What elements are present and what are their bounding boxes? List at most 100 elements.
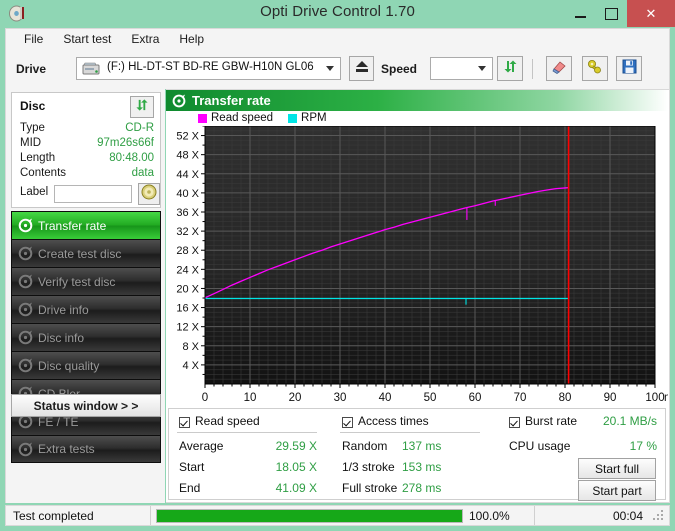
- drive-select-value: (F:) HL-DT-ST BD-RE GBW-H10N GL06: [107, 61, 314, 73]
- speed-label: Speed: [381, 62, 417, 76]
- refresh-icon: [503, 59, 518, 79]
- erase-icon: [551, 59, 568, 79]
- access-times-value-third-stroke: 153 ms: [402, 460, 480, 474]
- svg-text:70: 70: [514, 392, 527, 404]
- sidebar-item-create-test-disc[interactable]: Create test disc: [11, 239, 161, 267]
- disc-row-key: Contents: [20, 167, 66, 179]
- refresh-icon: [135, 98, 149, 117]
- toolbar: Drive (F:) HL-DT-ST BD-RE GBW-H10N GL06: [5, 49, 670, 89]
- disc-row-key: Length: [20, 152, 55, 164]
- status-window-button[interactable]: Status window > >: [11, 394, 161, 417]
- legend-label-rpm: RPM: [301, 112, 327, 124]
- svg-text:30: 30: [334, 392, 347, 404]
- chart-header: Transfer rate: [166, 90, 668, 111]
- eject-icon: [355, 60, 369, 78]
- eject-button[interactable]: [349, 56, 374, 81]
- menu-item-start-test[interactable]: Start test: [53, 30, 121, 48]
- access-times-value-full-stroke: 278 ms: [402, 481, 480, 495]
- burst-rate-checkbox[interactable]: [509, 417, 520, 428]
- divider: [534, 506, 535, 525]
- disc-refresh-button[interactable]: [130, 96, 154, 118]
- sidebar-item-disc-quality[interactable]: Disc quality: [11, 351, 161, 379]
- disc-row-value: data: [132, 167, 154, 179]
- sidebar-item-transfer-rate[interactable]: Transfer rate: [11, 211, 161, 239]
- svg-text:48 X: 48 X: [176, 150, 199, 162]
- svg-text:4 X: 4 X: [182, 360, 199, 372]
- burst-rate-value: 20.1 MB/s: [569, 414, 657, 428]
- access-times-title: Access times: [358, 414, 429, 428]
- drive-label: Drive: [16, 62, 46, 76]
- svg-text:36 X: 36 X: [176, 207, 199, 219]
- read-speed-key-end: End: [179, 481, 200, 495]
- refresh-button[interactable]: [497, 56, 523, 81]
- read-speed-title: Read speed: [195, 414, 260, 428]
- application-window: Opti Drive Control 1.70 ✕ File Start tes…: [0, 0, 675, 531]
- menu-bar: File Start test Extra Help: [5, 28, 670, 49]
- minimize-button[interactable]: [565, 0, 596, 27]
- status-bar: Test completed 100.0% 00:04: [5, 505, 670, 526]
- save-icon: [622, 59, 637, 79]
- read-speed-value-start: 18.05 X: [239, 460, 317, 474]
- resize-grip[interactable]: [653, 510, 665, 522]
- chevron-down-icon: [478, 66, 486, 71]
- disc-row-value: 80:48.00: [109, 152, 154, 164]
- svg-text:50: 50: [424, 392, 437, 404]
- disc-row-value: CD-R: [125, 122, 154, 134]
- chart-legend: Read speed RPM: [198, 112, 327, 124]
- svg-text:24 X: 24 X: [176, 264, 199, 276]
- svg-text:44 X: 44 X: [176, 169, 199, 181]
- menu-item-extra[interactable]: Extra: [121, 30, 169, 48]
- toolbar-divider: [532, 59, 533, 79]
- svg-text:8 X: 8 X: [182, 341, 199, 353]
- sidebar-item-disc-info[interactable]: Disc info: [11, 323, 161, 351]
- erase-button[interactable]: [546, 56, 572, 81]
- drive-icon: [82, 62, 100, 77]
- save-button[interactable]: [616, 56, 642, 81]
- svg-text:20 X: 20 X: [176, 283, 199, 295]
- maximize-button[interactable]: [596, 0, 627, 27]
- svg-text:28 X: 28 X: [176, 245, 199, 257]
- access-times-checkbox[interactable]: [342, 417, 353, 428]
- read-speed-checkbox[interactable]: [179, 417, 190, 428]
- cpu-usage-value: 17 %: [569, 439, 657, 453]
- progress-bar: [156, 509, 463, 523]
- disc-label-input[interactable]: [54, 185, 132, 203]
- svg-text:12 X: 12 X: [176, 322, 199, 334]
- svg-text:100: 100: [645, 392, 664, 404]
- disc-info-panel: Disc Type CD-R MID 97m26s66f Length: [11, 92, 161, 208]
- menu-item-file[interactable]: File: [14, 30, 53, 48]
- sidebar-item-drive-info[interactable]: Drive info: [11, 295, 161, 323]
- close-button[interactable]: ✕: [627, 0, 675, 27]
- start-full-button[interactable]: Start full: [578, 458, 656, 479]
- speed-select[interactable]: [430, 57, 493, 80]
- tools-button[interactable]: [582, 56, 608, 81]
- disc-row-contents: Contents data: [20, 167, 154, 179]
- svg-text:60: 60: [469, 392, 482, 404]
- sidebar-item-label: Create test disc: [38, 247, 121, 261]
- divider: [150, 506, 151, 525]
- svg-text:40: 40: [379, 392, 392, 404]
- disc-row-key: MID: [20, 137, 41, 149]
- read-speed-key-start: Start: [179, 460, 204, 474]
- disc-row-type: Type CD-R: [20, 122, 154, 134]
- svg-text:0: 0: [202, 392, 208, 404]
- start-part-button[interactable]: Start part: [578, 480, 656, 501]
- svg-text:16 X: 16 X: [176, 303, 199, 315]
- svg-text:40 X: 40 X: [176, 188, 199, 200]
- progress-bar-fill: [157, 510, 462, 522]
- sidebar-item-extra-tests[interactable]: Extra tests: [11, 435, 161, 463]
- sidebar-item-label: Drive info: [38, 303, 89, 317]
- divider: [340, 432, 480, 433]
- cpu-usage-key: CPU usage: [509, 439, 570, 453]
- disc-label-button[interactable]: [138, 183, 160, 205]
- window-controls: ✕: [565, 0, 675, 27]
- drive-select[interactable]: (F:) HL-DT-ST BD-RE GBW-H10N GL06: [76, 57, 341, 80]
- disc-test-icon: [12, 246, 38, 261]
- legend-swatch-rpm: [288, 114, 297, 123]
- chart-title: Transfer rate: [192, 93, 271, 108]
- access-times-key-random: Random: [342, 439, 387, 453]
- sidebar-item-verify-test-disc[interactable]: Verify test disc: [11, 267, 161, 295]
- menu-item-help[interactable]: Help: [169, 30, 214, 48]
- read-speed-value-end: 41.09 X: [239, 481, 317, 495]
- sidebar-item-label: Extra tests: [38, 442, 95, 456]
